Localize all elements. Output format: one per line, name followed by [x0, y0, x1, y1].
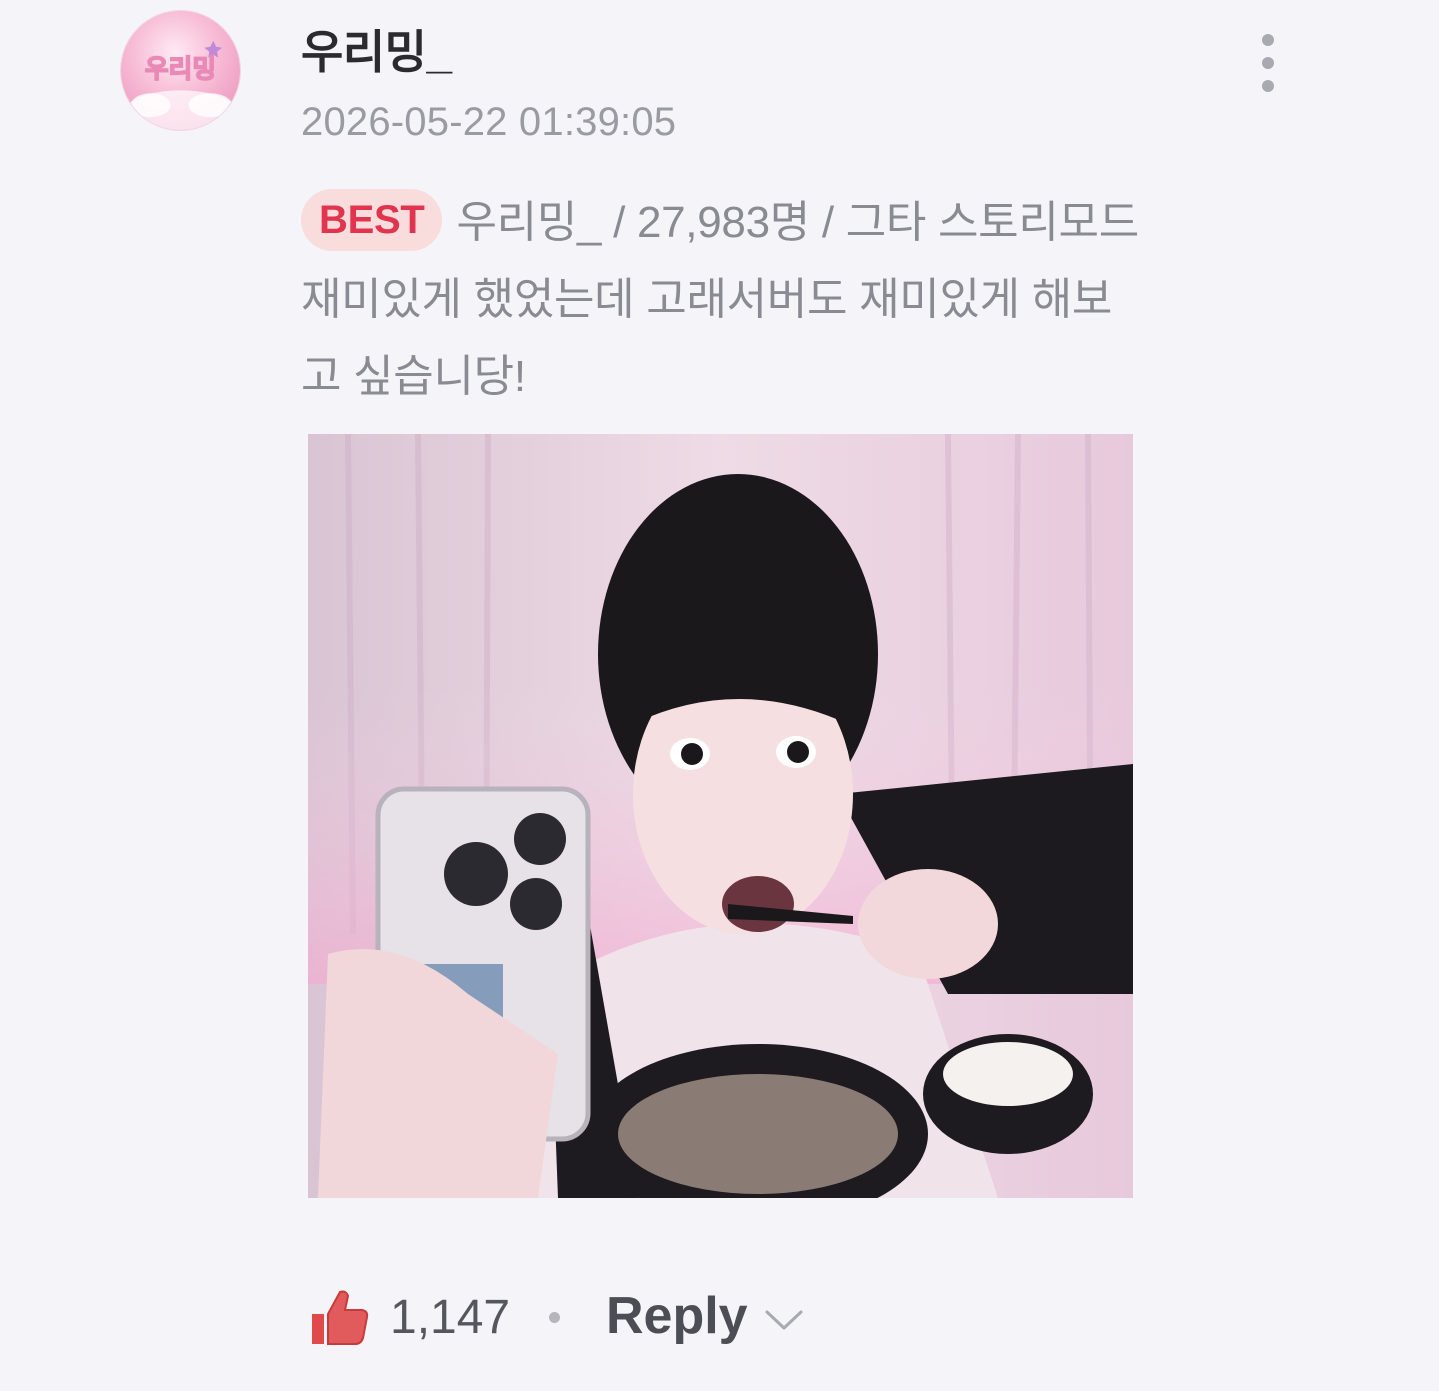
chevron-down-icon	[765, 1310, 803, 1330]
best-badge: BEST	[301, 189, 443, 251]
comment-card: 우리밍 우리밍_ 2026-05-22 01:39:05 BEST 우리밍_ / …	[0, 0, 1439, 1391]
like-count: 1,147	[390, 1291, 511, 1344]
more-options-button[interactable]	[1250, 28, 1286, 98]
username[interactable]: 우리밍_	[301, 16, 452, 82]
reply-label: Reply	[606, 1287, 748, 1345]
comment-attached-image[interactable]	[308, 434, 1133, 1198]
avatar[interactable]: 우리밍	[121, 11, 240, 130]
like-button[interactable]	[306, 1284, 372, 1350]
more-vertical-icon	[1262, 34, 1274, 46]
comment-body: BEST 우리밍_ / 27,983명 / 그타 스토리모드 재미있게 했었는데 …	[301, 184, 1141, 415]
comment-actions: 1,147 Reply	[306, 1282, 906, 1362]
avatar-logo-text: 우리밍	[145, 54, 216, 84]
more-vertical-icon	[1262, 57, 1274, 69]
reply-button[interactable]: Reply	[606, 1286, 803, 1352]
avatar-image: 우리밍	[121, 11, 240, 130]
attached-photo	[308, 434, 1133, 1198]
thumbs-up-icon	[312, 1290, 369, 1345]
comment-timestamp: 2026-05-22 01:39:05	[301, 100, 677, 144]
separator-dot	[549, 1312, 560, 1323]
more-vertical-icon	[1262, 80, 1274, 92]
